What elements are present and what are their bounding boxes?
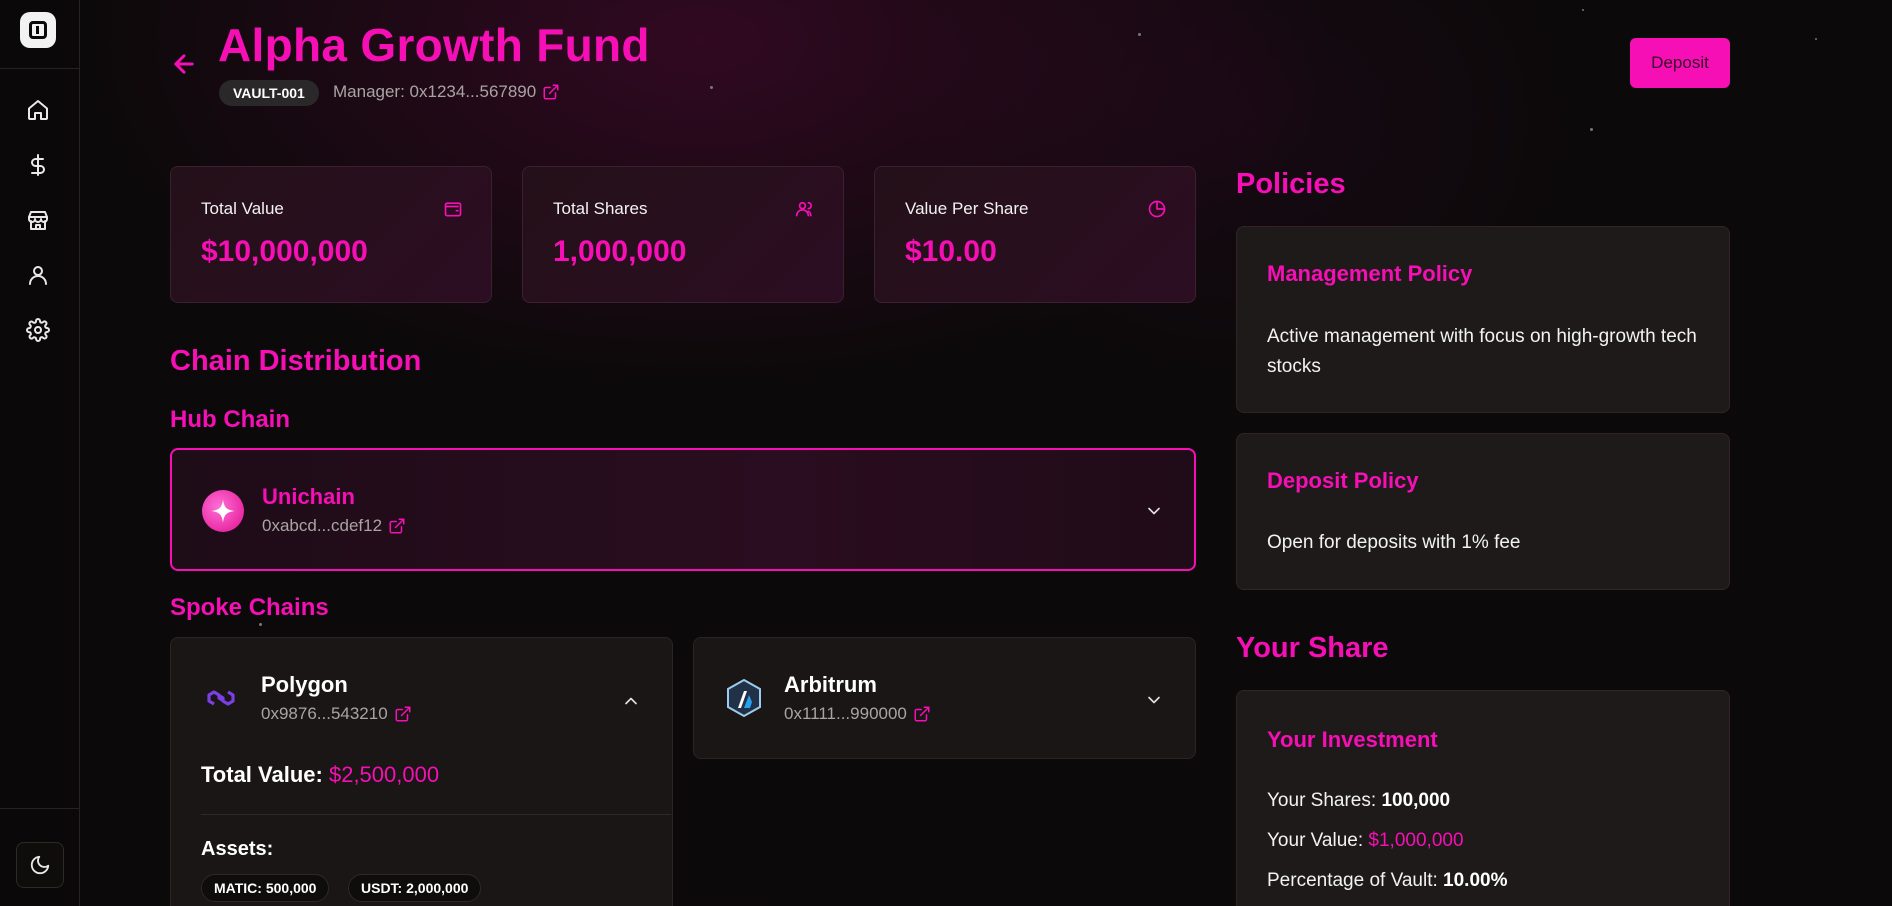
policy-title: Deposit Policy	[1267, 468, 1419, 493]
your-share-title: Your Share	[1236, 632, 1389, 664]
hub-chain-card[interactable]: Unichain 0xabcd...cdef12	[170, 448, 1196, 571]
assets-label: Assets:	[201, 838, 274, 860]
vault-percentage-value: 10.00%	[1443, 870, 1508, 891]
external-link-icon[interactable]	[394, 705, 412, 723]
spoke-chain-name: Polygon	[261, 672, 348, 697]
your-value-amount: $1,000,000	[1368, 830, 1464, 851]
back-arrow-icon[interactable]	[170, 50, 198, 78]
wallet-icon	[443, 199, 463, 219]
hub-chain-name: Unichain	[262, 484, 355, 509]
stat-label: Total Value	[201, 199, 284, 218]
spoke-chain-card-polygon[interactable]: Polygon 0x9876...543210 Total Value: $2,…	[170, 637, 673, 906]
page-title: Alpha Growth Fund	[218, 19, 650, 71]
spoke-total-amount: $2,500,000	[328, 762, 440, 787]
your-value-label: Your Value:	[1267, 830, 1364, 851]
your-shares-value: 100,000	[1381, 790, 1451, 811]
background-star	[1138, 33, 1141, 36]
spoke-divider	[201, 814, 671, 815]
gear-icon[interactable]	[22, 314, 54, 346]
asset-chip: MATIC: 500,000	[201, 874, 330, 902]
stat-label: Total Shares	[553, 199, 648, 218]
spoke-chain-address: 0x1111...990000	[784, 704, 931, 724]
spoke-chain-name: Arbitrum	[784, 672, 877, 697]
your-value-line: Your Value: $1,000,000	[1267, 830, 1464, 852]
background-star	[1815, 38, 1817, 40]
stat-card-total-value: Total Value $10,000,000	[170, 166, 492, 303]
stat-value: $10.00	[905, 235, 997, 268]
user-icon[interactable]	[22, 259, 54, 291]
spoke-chain-card-arbitrum[interactable]: Arbitrum 0x1111...990000	[693, 637, 1196, 759]
dollar-icon[interactable]	[22, 149, 54, 181]
external-link-icon[interactable]	[542, 83, 560, 101]
spoke-address-text: 0x1111...990000	[784, 704, 907, 723]
background-star	[1582, 9, 1584, 11]
spoke-chains-title: Spoke Chains	[170, 594, 329, 621]
spoke-total-value: Total Value: $2,500,000	[201, 762, 439, 788]
pie-chart-icon	[1147, 199, 1167, 219]
hub-chain-title: Hub Chain	[170, 406, 290, 433]
arbitrum-logo-icon	[724, 678, 764, 718]
chain-distribution-title: Chain Distribution	[170, 345, 422, 377]
stat-value: $10,000,000	[201, 235, 368, 268]
chevron-down-icon[interactable]	[1144, 501, 1164, 521]
policy-card-deposit: Deposit Policy Open for deposits with 1%…	[1236, 433, 1730, 590]
policies-title: Policies	[1236, 168, 1346, 200]
home-icon[interactable]	[22, 94, 54, 126]
asset-chip: USDT: 2,000,000	[348, 874, 482, 902]
sidebar	[0, 0, 80, 906]
background-star	[1590, 128, 1593, 131]
chevron-down-icon[interactable]	[1144, 690, 1164, 710]
policy-title: Management Policy	[1267, 261, 1473, 286]
policy-card-management: Management Policy Active management with…	[1236, 226, 1730, 413]
vault-percentage-line: Percentage of Vault: 10.00%	[1267, 870, 1508, 892]
hub-address-text: 0xabcd...cdef12	[262, 516, 383, 535]
stat-card-value-per-share: Value Per Share $10.00	[874, 166, 1196, 303]
policy-text: Open for deposits with 1% fee	[1267, 532, 1521, 553]
external-link-icon[interactable]	[388, 517, 406, 535]
stat-label: Value Per Share	[905, 199, 1029, 218]
vault-id-badge: VAULT-001	[219, 80, 319, 106]
spoke-address-text: 0x9876...543210	[261, 704, 388, 723]
app-logo[interactable]	[20, 12, 56, 48]
chevron-up-icon[interactable]	[621, 691, 641, 711]
stat-value: 1,000,000	[553, 235, 687, 268]
spoke-total-label: Total Value:	[201, 762, 323, 787]
sidebar-divider	[0, 68, 80, 69]
your-investment-title: Your Investment	[1267, 727, 1438, 752]
external-link-icon[interactable]	[913, 705, 931, 723]
hub-chain-address: 0xabcd...cdef12	[262, 516, 406, 536]
users-icon	[795, 199, 815, 219]
unichain-logo-icon	[202, 490, 244, 532]
stat-card-total-shares: Total Shares 1,000,000	[522, 166, 844, 303]
background-star	[259, 623, 262, 626]
policy-text: Active management with focus on high-gro…	[1267, 326, 1697, 377]
sidebar-divider	[0, 808, 80, 809]
background-star	[710, 86, 713, 89]
manager-address: Manager: 0x1234...567890	[333, 82, 560, 102]
manager-label: Manager: 0x1234...567890	[333, 82, 537, 101]
your-shares-label: Your Shares:	[1267, 790, 1377, 811]
vault-percentage-label: Percentage of Vault:	[1267, 870, 1438, 891]
theme-toggle-button[interactable]	[16, 842, 64, 888]
deposit-button[interactable]: Deposit	[1630, 38, 1730, 88]
your-shares-line: Your Shares: 100,000	[1267, 790, 1450, 812]
your-investment-card: Your Investment Your Shares: 100,000 You…	[1236, 690, 1730, 906]
polygon-logo-icon	[201, 678, 241, 718]
moon-icon	[30, 855, 50, 875]
spoke-chain-address: 0x9876...543210	[261, 704, 412, 724]
store-icon[interactable]	[22, 204, 54, 236]
